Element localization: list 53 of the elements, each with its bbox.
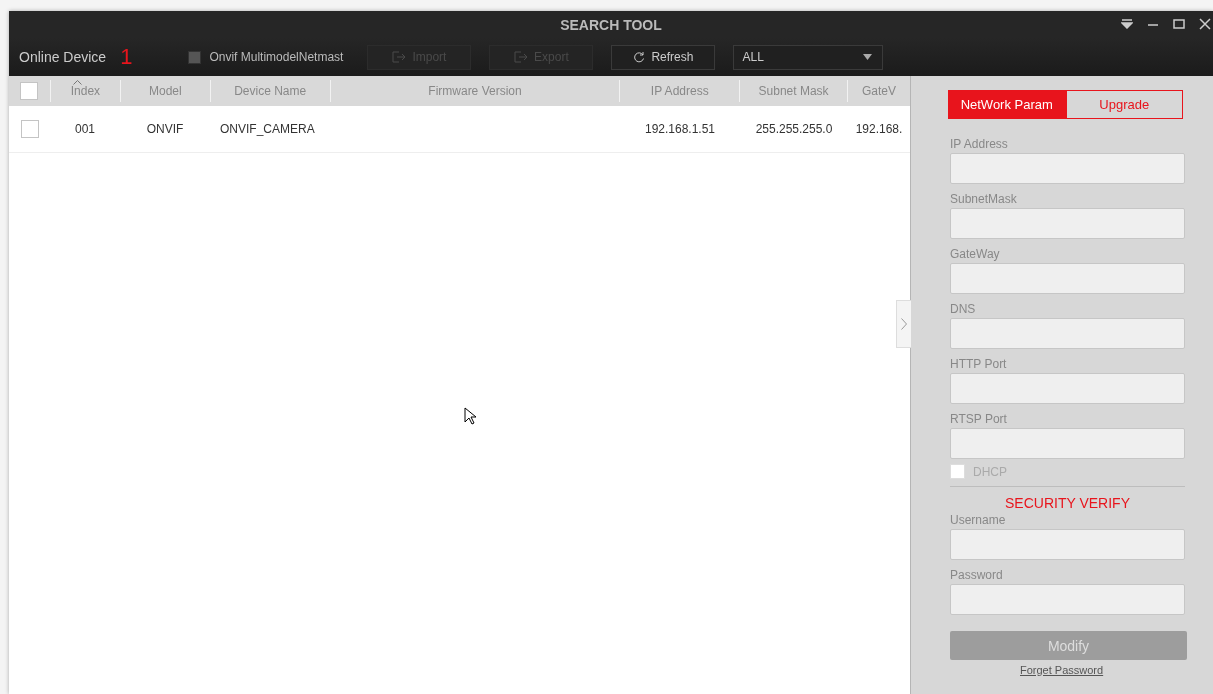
mouse-pointer-icon (464, 407, 476, 425)
field-label: HTTP Port (950, 357, 1008, 371)
collapse-handle[interactable] (896, 300, 911, 348)
maximize-icon[interactable] (1173, 19, 1185, 29)
table-cell: 255.255.255.0 (755, 122, 833, 136)
panel-tab[interactable]: Upgrade (1065, 90, 1183, 119)
input-field[interactable] (950, 529, 1185, 560)
column-header[interactable]: Index (70, 84, 101, 98)
table-cell: 192.168. (855, 122, 903, 136)
onvif-checkbox[interactable] (188, 50, 202, 64)
dropdown-caret-icon (863, 54, 873, 60)
filter-dropdown[interactable]: ALL (733, 44, 884, 70)
input-field[interactable] (950, 263, 1185, 294)
online-device-label: Online Device (19, 49, 107, 65)
table-cell: ONVIF_CAMERA (220, 122, 315, 136)
input-field[interactable] (950, 153, 1185, 184)
column-header[interactable]: Device Name (234, 84, 307, 98)
row-checkbox[interactable] (20, 120, 39, 138)
refresh-icon (633, 51, 646, 63)
column-header[interactable]: Firmware Version (428, 84, 522, 98)
table-cell: 001 (75, 122, 95, 136)
input-field[interactable] (950, 584, 1185, 615)
field-label: GateWay (950, 247, 1001, 261)
column-header[interactable]: IP Address (650, 84, 709, 98)
column-header[interactable]: Model (149, 84, 182, 98)
panel-tab[interactable]: NetWork Param (948, 90, 1066, 119)
close-icon[interactable] (1199, 18, 1211, 30)
box-arrow-icon (514, 51, 529, 63)
device-count: 1 (120, 46, 133, 68)
table-row[interactable]: 001 ONVIF ONVIF_CAMERA 192.168.1.51 255.255.255.0 192.168. (9, 106, 910, 153)
dhcp-checkbox[interactable] (950, 464, 965, 479)
forgot-password-link[interactable]: Forget Password (1020, 664, 1104, 676)
select-all-checkbox[interactable] (20, 82, 39, 100)
field-label: DNS (950, 302, 977, 316)
input-field[interactable] (950, 428, 1185, 459)
field-label: Password (950, 568, 1004, 582)
box-arrow-icon (392, 51, 407, 63)
column-header[interactable]: GateV (862, 84, 897, 98)
field-label: SubnetMask (950, 192, 1018, 206)
input-field[interactable] (950, 208, 1185, 239)
window-title: SEARCH TOOL (560, 16, 662, 33)
dropdown-menu-icon[interactable] (1121, 19, 1133, 29)
table-cell: 192.168.1.51 (644, 122, 716, 136)
field-label: RTSP Port (950, 412, 1008, 426)
refresh-button[interactable]: Refresh (611, 44, 716, 70)
section-title: SECURITY VERIFY (1004, 495, 1131, 511)
field-label: Username (950, 513, 1007, 527)
column-header[interactable]: Subnet Mask (758, 84, 829, 98)
input-field[interactable] (950, 373, 1185, 404)
input-field[interactable] (950, 318, 1185, 349)
table-cell: ONVIF (146, 122, 184, 136)
field-label: IP Address (950, 137, 1009, 151)
onvif-label: Onvif MultimodelNetmast (209, 50, 344, 64)
